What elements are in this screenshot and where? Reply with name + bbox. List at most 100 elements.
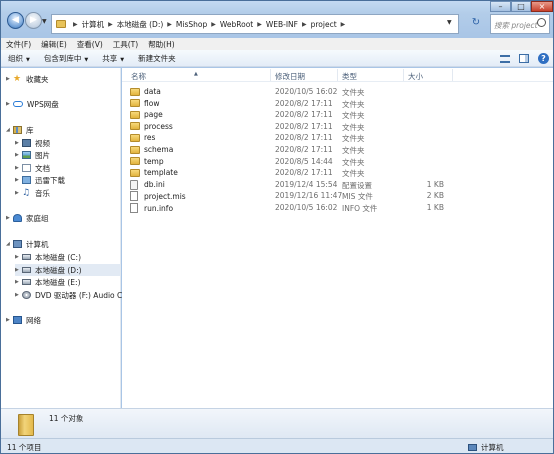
file-row[interactable]: page 2020/8/2 17:11 文件夹 (122, 109, 553, 121)
file-name[interactable]: res (130, 133, 155, 142)
file-row[interactable]: project.mis 2019/12/16 11:47 MIS 文件 2 KB (122, 190, 553, 202)
expand-icon[interactable]: ▶ (15, 177, 22, 183)
nav-documents[interactable]: ▶ 文档 (15, 162, 50, 174)
folder-icon (130, 145, 140, 154)
nav-favorites[interactable]: ▶ ★ 收藏夹 (6, 73, 49, 85)
nav-drive-d[interactable]: ▶ 本地磁盘 (D:) (15, 264, 120, 276)
column-type[interactable]: 类型 (342, 71, 357, 82)
breadcrumb-project[interactable]: project ▶ (311, 20, 350, 29)
expand-icon[interactable]: ▶ (6, 101, 13, 107)
column-size[interactable]: 大小 (408, 71, 423, 82)
organize-button[interactable]: 组织 ▼ (1, 53, 37, 64)
status-location: 计算机 (468, 442, 504, 453)
file-row[interactable]: db.ini 2019/12/4 15:54 配置设置 1 KB (122, 179, 553, 191)
breadcrumb-drive-d[interactable]: 本地磁盘 (D:) ▶ (117, 19, 176, 30)
collapse-icon[interactable]: ◢ (6, 241, 13, 247)
help-icon[interactable]: ? (538, 53, 549, 64)
share-button[interactable]: 共享 ▼ (95, 53, 131, 64)
file-date: 2020/8/2 17:11 (275, 168, 333, 178)
refresh-icon[interactable]: ↻ (469, 16, 483, 30)
menu-help[interactable]: 帮助(H) (143, 39, 180, 50)
drive-icon (22, 254, 31, 260)
file-name[interactable]: process (130, 122, 173, 131)
file-row[interactable]: data 2020/10/5 16:02 文件夹 (122, 86, 553, 98)
include-in-library-button[interactable]: 包含到库中 ▼ (37, 53, 95, 64)
file-row[interactable]: flow 2020/8/2 17:11 文件夹 (122, 98, 553, 110)
file-name[interactable]: flow (130, 99, 159, 108)
address-bar[interactable]: ▶ 计算机 ▶ 本地磁盘 (D:) ▶ MisShop ▶ WebRoot ▶ WEB-… (51, 14, 459, 34)
nav-thunder-downloads[interactable]: ▶ 迅雷下载 (15, 174, 65, 186)
nav-dvd-drive[interactable]: ▶ DVD 驱动器 (F:) Audio CD (15, 289, 128, 301)
file-name[interactable]: template (130, 168, 178, 177)
chevron-down-icon: ▼ (84, 56, 89, 63)
expand-icon[interactable]: ▶ (15, 152, 22, 158)
breadcrumb-web-inf[interactable]: WEB-INF ▶ (266, 20, 311, 29)
file-row[interactable]: res 2020/8/2 17:11 文件夹 (122, 132, 553, 144)
breadcrumb-webroot[interactable]: WebRoot ▶ (220, 20, 266, 29)
expand-icon[interactable]: ▶ (15, 140, 22, 146)
file-name[interactable]: run.info (130, 203, 173, 213)
nav-wps-drive[interactable]: ▶ WPS网盘 (6, 98, 59, 110)
expand-icon[interactable]: ▶ (6, 215, 13, 221)
menu-tools[interactable]: 工具(T) (108, 39, 143, 50)
maximize-button[interactable]: □ (511, 1, 531, 12)
file-name[interactable]: project.mis (130, 191, 186, 202)
nav-drive-e[interactable]: ▶ 本地磁盘 (E:) (15, 276, 81, 288)
menu-edit[interactable]: 编辑(E) (36, 39, 72, 50)
menu-file[interactable]: 文件(F) (1, 39, 36, 50)
minimize-button[interactable]: – (490, 1, 511, 12)
nav-music[interactable]: ▶ ♫ 音乐 (15, 187, 50, 199)
breadcrumb-computer[interactable]: 计算机 ▶ (82, 19, 117, 30)
recent-pages-dropdown[interactable]: ▼ (42, 18, 47, 25)
nav-computer[interactable]: ◢ 计算机 (6, 238, 49, 250)
file-name[interactable]: schema (130, 145, 173, 154)
column-date[interactable]: 修改日期 (275, 71, 305, 82)
expand-icon[interactable]: ▶ (15, 292, 22, 298)
nav-network[interactable]: ▶ 网络 (6, 314, 41, 326)
nav-drive-c[interactable]: ▶ 本地磁盘 (C:) (15, 251, 81, 263)
file-date: 2019/12/16 11:47 (275, 191, 343, 201)
close-button[interactable]: × (531, 1, 553, 12)
chevron-down-icon: ▼ (120, 56, 125, 63)
file-list: ▲ 名称 修改日期 类型 大小 data 2020/10/5 16:02 文件夹 fl… (122, 68, 553, 408)
expand-icon[interactable]: ▶ (15, 165, 22, 171)
details-pane: 11 个对象 (1, 408, 553, 438)
file-name[interactable]: data (130, 87, 161, 96)
file-row[interactable]: template 2020/8/2 17:11 文件夹 (122, 167, 553, 179)
file-name[interactable]: temp (130, 157, 164, 166)
expand-icon[interactable]: ▶ (6, 76, 13, 82)
forward-button[interactable]: ▶ (25, 12, 42, 29)
collapse-icon[interactable]: ◢ (6, 127, 13, 133)
expand-icon[interactable]: ▶ (6, 317, 13, 323)
file-name[interactable]: page (130, 110, 163, 119)
expand-icon[interactable]: ▶ (15, 190, 22, 196)
file-row[interactable]: run.info 2020/10/5 16:02 INFO 文件 1 KB (122, 202, 553, 214)
column-divider[interactable] (270, 69, 271, 81)
search-input[interactable]: 搜索 project (490, 14, 550, 34)
file-row[interactable]: schema 2020/8/2 17:11 文件夹 (122, 144, 553, 156)
back-button[interactable]: ◀ (7, 12, 24, 29)
preview-pane-icon[interactable] (519, 54, 529, 63)
file-type: MIS 文件 (342, 192, 373, 202)
nav-videos[interactable]: ▶ 视频 (15, 137, 50, 149)
column-name[interactable]: 名称 (131, 71, 146, 82)
column-divider[interactable] (403, 69, 404, 81)
expand-icon[interactable]: ▶ (15, 279, 22, 285)
expand-icon[interactable]: ▶ (15, 267, 22, 273)
new-folder-button[interactable]: 新建文件夹 (131, 53, 183, 64)
file-name[interactable]: db.ini (130, 179, 165, 190)
nav-homegroup[interactable]: ▶ 家庭组 (6, 212, 49, 224)
column-divider[interactable] (337, 69, 338, 81)
menu-view[interactable]: 查看(V) (72, 39, 108, 50)
file-row[interactable]: process 2020/8/2 17:11 文件夹 (122, 121, 553, 133)
column-divider[interactable] (452, 69, 453, 81)
nav-library[interactable]: ◢ 库 (6, 124, 34, 136)
view-options-icon[interactable] (500, 54, 510, 63)
search-icon (537, 18, 546, 27)
nav-pictures[interactable]: ▶ 图片 (15, 149, 50, 161)
expand-icon[interactable]: ▶ (15, 254, 22, 260)
file-row[interactable]: temp 2020/8/5 14:44 文件夹 (122, 156, 553, 168)
address-history-dropdown[interactable]: ▼ (447, 19, 452, 26)
breadcrumb-misshop[interactable]: MisShop ▶ (176, 20, 220, 29)
sort-caret-icon: ▲ (194, 71, 198, 77)
